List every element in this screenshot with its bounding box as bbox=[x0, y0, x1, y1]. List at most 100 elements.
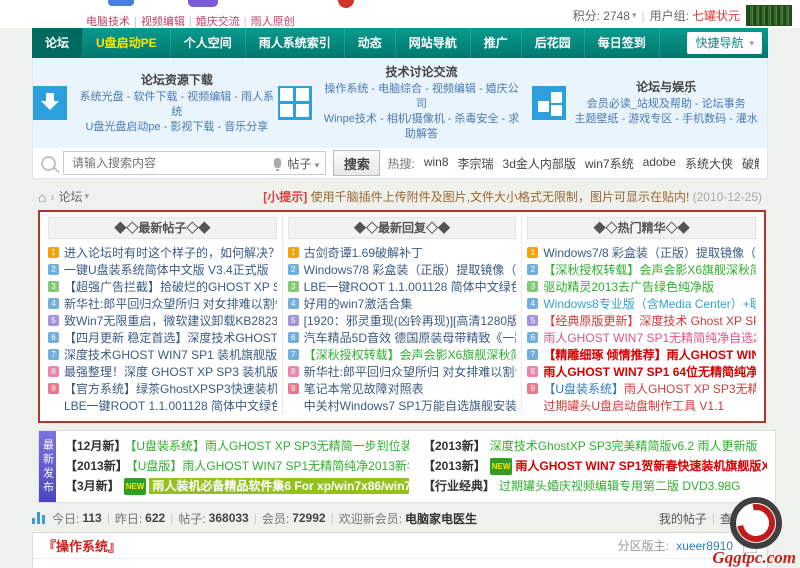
portal-links-line[interactable]: U盘光盘启动pe - 影视下载 - 音乐分享 bbox=[76, 120, 278, 135]
post-link: 汽车精品5D音效 德国原装母带精致《一路有你·车载金 bbox=[303, 331, 517, 345]
list-item[interactable]: 中关村Windows7 SP1万能自选旗舰安装版(32位 bbox=[288, 397, 517, 414]
list-item[interactable]: 雨人GHOST WIN7 SP1无精简纯净自选2013新年起航 bbox=[527, 329, 756, 346]
tagline-link[interactable]: 婚庆交流 bbox=[196, 16, 240, 28]
list-item[interactable]: LBE一键ROOT 1.1.001128 简体中文绿色免费版 bbox=[287, 278, 517, 295]
list-item[interactable]: 【官方系统】绿茶GhostXPSP3快速装机稳定版2013年 bbox=[48, 380, 277, 397]
tagline-link[interactable]: 雨人原创 bbox=[251, 16, 295, 28]
announcement-item[interactable]: 【12月新】【U盘装系统】雨人GHOST XP SP3无精简一步到位装机U盘版V… bbox=[65, 438, 409, 455]
nav-item[interactable]: 每日签到 bbox=[585, 28, 660, 58]
nav-item[interactable]: 个人空间 bbox=[171, 28, 246, 58]
points-link[interactable]: 积分: 2748 bbox=[573, 7, 630, 24]
list-item[interactable]: 【四月更新 稳定首选】深度技术GHOSTXPSP3 电脑城 bbox=[48, 329, 277, 346]
hot-search-term[interactable]: 破解器 bbox=[742, 155, 759, 172]
list-item[interactable]: 深度技术GHOST WIN7 SP1 装机旗舰版 2013年4月最 bbox=[48, 346, 277, 363]
list-item[interactable]: 一键U盘装系统简体中文版 V3.4正式版 bbox=[48, 261, 277, 278]
announcement-item[interactable]: 【行业经典】 过期罐头婚庆视频编辑专用第二版 DVD3.98G bbox=[423, 478, 767, 495]
nav-item[interactable]: 论坛 bbox=[32, 28, 84, 58]
rank-icon bbox=[287, 298, 299, 309]
announcement-tip[interactable]: [小提示] 使用千脑插件上传附件及图片,文件大小格式无限制，图片可显示在贴内! … bbox=[263, 188, 762, 205]
list-item[interactable]: 古剑奇谭1.69破解补丁 bbox=[287, 244, 517, 261]
rank-icon bbox=[48, 264, 59, 275]
announcement-item[interactable]: 【2013新】【U盘版】雨人GHOST WIN7 SP1无精简纯净2013新年起… bbox=[65, 458, 409, 475]
tagline-link[interactable]: 电脑技术 bbox=[86, 16, 130, 28]
list-item[interactable]: 过期罐头U盘启动盘制作工具 V1.1 bbox=[527, 397, 756, 414]
hot-search-term[interactable]: win8 bbox=[424, 155, 449, 172]
hot-search-term[interactable]: 系统大侠 bbox=[685, 155, 733, 172]
list-item[interactable]: 【深秋授权转载】会声会影X6旗舰深秋简体 完美整合 bbox=[287, 346, 516, 363]
list-item[interactable]: 笔记本常见故障对照表 bbox=[287, 380, 517, 397]
rank-icon bbox=[48, 383, 59, 394]
usergroup-link[interactable]: 七罐状元 bbox=[692, 7, 740, 24]
my-posts-link[interactable]: 我的帖子 bbox=[659, 510, 707, 527]
hot-search-term[interactable]: 李宗瑞 bbox=[458, 155, 494, 172]
usergroup-badge-image bbox=[746, 5, 792, 26]
list-item[interactable]: Windows7/8 彩盒装（正版）提取镜像（32位+64位） bbox=[527, 244, 756, 261]
breadcrumb: ⌂ › 论坛 ▾ [小提示] 使用千脑插件上传附件及图片,文件大小格式无限制，图… bbox=[38, 188, 762, 205]
tagline-link[interactable]: 视频编辑 bbox=[141, 16, 185, 28]
latest-boards-annotated-box: ◆◇最新帖子◇◆ 进入论坛时有时这个样子的，如何解决？ 一键U盘装系统简体中文版 … bbox=[38, 210, 766, 423]
breadcrumb-forum[interactable]: 论坛 bbox=[58, 188, 82, 205]
list-item[interactable]: Windows7/8 彩盒装（正版）提取镜像（32位+64位） bbox=[287, 261, 517, 278]
list-item[interactable]: 致Win7无限重启，微软建议卸载KB2823324补丁 bbox=[48, 312, 277, 329]
portal-column-title: 技术讨论交流 bbox=[385, 65, 458, 79]
portal-links-line[interactable]: 会员必读_站规及帮助 - 论坛事务 bbox=[575, 97, 758, 112]
hot-search-term[interactable]: adobe bbox=[643, 155, 676, 172]
forum-block: ›Gqgtpc.com 【光盘资源共享】(2) ghost xp,win7系统下… bbox=[360, 559, 767, 568]
rank-icon bbox=[287, 383, 299, 394]
list-item[interactable]: Windows8专业版（含Media Center）+联网激活工具 bbox=[527, 295, 756, 312]
home-icon[interactable]: ⌂ bbox=[38, 189, 46, 205]
list-item[interactable]: 【U盘装系统】雨人GHOST XP SP3无精简一步到位装 bbox=[527, 380, 756, 397]
list-item[interactable]: [1920：邪灵重现(凶铃再现)][高清1280版BD- bbox=[287, 312, 516, 329]
microphone-icon[interactable] bbox=[274, 158, 282, 171]
portal-links-line[interactable]: 系统光盘 - 软件下载 - 视频编辑 - 雨人系统 bbox=[76, 90, 278, 120]
list-item[interactable]: 【精雕细琢 倾情推荐】雨人GHOST WIN7 SP1贺新春 bbox=[527, 346, 756, 363]
search-scope-dropdown[interactable]: 帖子 ▾ bbox=[287, 155, 319, 172]
announcement-item[interactable]: 【2013新】NEW雨人GHOST WIN7 SP1贺新春快速装机旗舰版X86_… bbox=[423, 458, 767, 475]
list-item[interactable]: 新华社:郎平回归众望所归 对女排难以割舍的挚爱 bbox=[48, 295, 277, 312]
list-item[interactable]: 好用的win7激活合集 bbox=[287, 295, 517, 312]
list-item[interactable]: 【超强广告拦截】拾破烂的GHOST XP SP3 IE广告栏 bbox=[48, 278, 277, 295]
portal-links-line[interactable]: 主题壁纸 - 游戏专区 - 手机数码 - 灌水 bbox=[575, 112, 758, 127]
nav-item[interactable]: 雨人系统索引 bbox=[246, 28, 345, 58]
post-link: Windows7/8 彩盒装（正版）提取镜像（32位+64位） bbox=[303, 263, 517, 277]
board-header: ◆◇最新帖子◇◆ bbox=[48, 217, 277, 239]
search-button[interactable]: 搜索 bbox=[333, 150, 381, 176]
hot-search: 热搜: win8李宗瑞3d金人内部版win7系统adobe系统大侠破解器雨人xp… bbox=[387, 155, 759, 172]
nav-item[interactable]: 推广 bbox=[471, 28, 522, 58]
quick-nav-button[interactable]: 快捷导航 ▾ bbox=[687, 32, 762, 54]
list-item[interactable]: 汽车精品5D音效 德国原装母带精致《一路有你·车载金 bbox=[287, 329, 517, 346]
rank-icon bbox=[287, 332, 299, 343]
list-item[interactable]: 进入论坛时有时这个样子的，如何解决？ bbox=[48, 244, 277, 261]
new-member-link[interactable]: 电脑家电医生 bbox=[405, 510, 477, 527]
list-item[interactable]: 【经典原版更新】深度技术 Ghost XP SP3 完美精简版 bbox=[527, 312, 756, 329]
portal-links-line[interactable]: 操作系统 - 电脑综合 - 视频编辑 - 婚庆公司 bbox=[321, 82, 523, 112]
hot-search-term[interactable]: 3d金人内部版 bbox=[503, 155, 576, 172]
search-input[interactable] bbox=[70, 155, 273, 171]
category-title[interactable]: 『操作系统』 bbox=[43, 536, 121, 555]
post-link: 【超强广告拦截】拾破烂的GHOST XP SP3 IE广告栏 bbox=[64, 280, 277, 294]
site-logo-watermark bbox=[730, 497, 782, 549]
posts-count: 368033 bbox=[208, 511, 249, 525]
nav-item[interactable]: 后花园 bbox=[522, 28, 585, 58]
portal-links-line[interactable]: Winpe技术 - 相机/摄像机 - 杀毒安全 - 求助解答 bbox=[321, 112, 523, 142]
announcement-item[interactable]: 【3月新】 NEW 雨人装机必备精品软件集6 For xp/win7x86/win7… bbox=[65, 478, 409, 495]
post-link: LBE一键ROOT 1.1.001128 简体中文绿色免费版 bbox=[303, 280, 517, 294]
nav-item[interactable]: U盘启动PE bbox=[83, 28, 171, 58]
list-item[interactable]: LBE一键ROOT 1.1.001128 简体中文绿色免费版 bbox=[48, 397, 277, 414]
tip-text: 使用千脑插件上传附件及图片,文件大小格式无限制，图片可显示在贴内! bbox=[310, 190, 690, 204]
announcement-item[interactable]: 【2013新】深度技术GhostXP SP3完美精简版v6.2 雨人更新版 【非… bbox=[423, 438, 767, 455]
nav-item[interactable]: 网站导航 bbox=[396, 28, 471, 58]
nav-item[interactable]: 动态 bbox=[345, 28, 396, 58]
portal-column-fun: 论坛与娱乐 会员必读_站规及帮助 - 论坛事务 主题壁纸 - 游戏专区 - 手机… bbox=[522, 63, 767, 142]
list-item[interactable]: 最强整理！深度 GHOST XP SP3 装机版 2013年4月最 bbox=[48, 363, 277, 380]
post-link: 新华社:郎平回归众望所归 对女排难以割舍的挚爱 bbox=[303, 365, 517, 379]
post-link: Windows8专业版（含Media Center）+联网激活工具 bbox=[543, 297, 757, 311]
announcement-tag: 【行业经典】 bbox=[423, 479, 496, 493]
list-item[interactable]: 新华社:郎平回归众望所归 对女排难以割舍的挚爱 bbox=[287, 363, 517, 380]
list-item[interactable]: 雨人GHOST WIN7 SP1 64位无精简纯净旗舰版 bbox=[527, 363, 756, 380]
hot-search-term[interactable]: win7系统 bbox=[585, 155, 634, 172]
list-item[interactable]: 驱动精灵2013去广告绿色纯净版 bbox=[527, 278, 756, 295]
tip-date: (2010-12-25) bbox=[692, 190, 762, 204]
list-item[interactable]: 【深秋授权转载】会声会影X6旗舰深秋简体完美整合 bbox=[527, 261, 756, 278]
announcement-link: 【U盘版】雨人GHOST WIN7 SP1无精简纯净2013新年起航版 bbox=[131, 459, 409, 473]
